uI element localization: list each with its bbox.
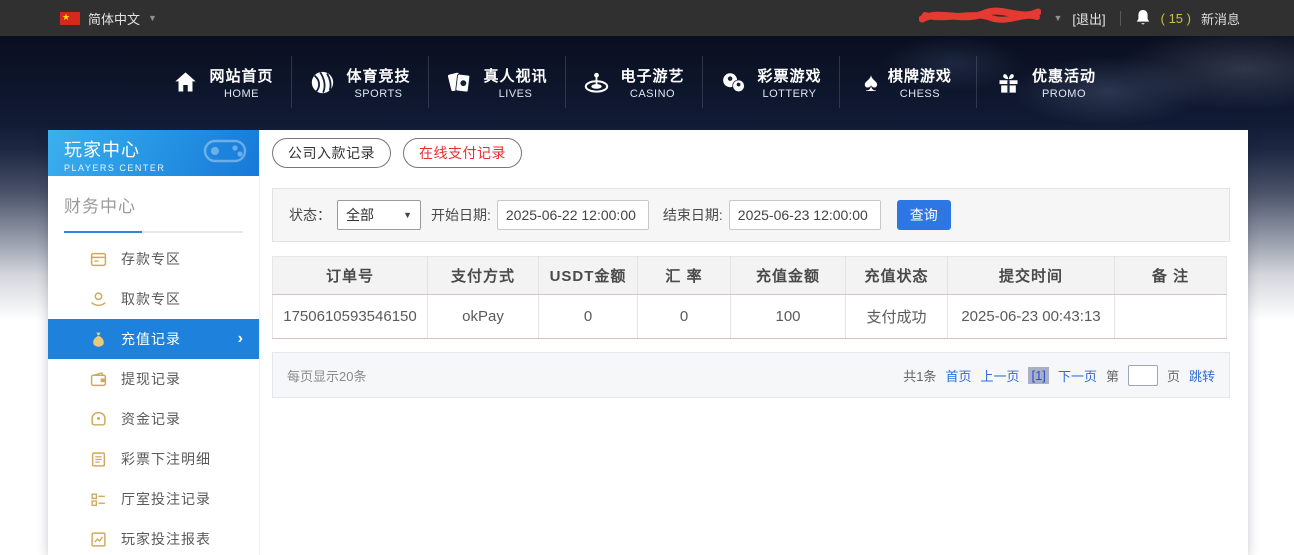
sidebar-item-recharge-records[interactable]: 充值记录 › bbox=[48, 319, 259, 359]
col-order-number: 订单号 bbox=[273, 257, 428, 295]
sidebar-item-player-bet-report[interactable]: 玩家投注报表 bbox=[48, 519, 259, 555]
chevron-down-icon: ▼ bbox=[403, 210, 412, 220]
message-label[interactable]: 新消息 bbox=[1201, 9, 1240, 28]
sidebar-header: 玩家中心 PLAYERS CENTER bbox=[48, 130, 259, 176]
cell-order-number: 1750610593546150 bbox=[273, 295, 428, 339]
roulette-icon bbox=[583, 69, 610, 96]
gift-icon bbox=[995, 69, 1022, 96]
message-count[interactable]: ( 15 ) bbox=[1161, 11, 1191, 26]
content-wrapper: 玩家中心 PLAYERS CENTER 财务中心 存款专区 bbox=[48, 130, 1248, 555]
sidebar-item-deposit[interactable]: 存款专区 bbox=[48, 239, 259, 279]
prev-page-link[interactable]: 上一页 bbox=[980, 366, 1019, 385]
sidebar-menu: 存款专区 取款专区 充值记录 › 提现记录 bbox=[48, 239, 259, 555]
page-jump-input[interactable] bbox=[1128, 365, 1158, 386]
username-redacted[interactable] bbox=[919, 6, 1041, 31]
topbar: ★ 简体中文 ▼ ▼ [退出] ( 15 ) 新消息 bbox=[0, 0, 1294, 36]
page-size-label: 每页显示20条 bbox=[287, 366, 366, 385]
logout-button[interactable]: [退出] bbox=[1072, 9, 1105, 28]
tab-online-payment-records[interactable]: 在线支付记录 bbox=[403, 138, 522, 168]
start-date-label: 开始日期: bbox=[431, 205, 491, 225]
lottery-balls-icon bbox=[720, 69, 747, 96]
total-count: 共1条 bbox=[903, 366, 936, 385]
nav-item-sports[interactable]: 体育竞技 SPORTS bbox=[292, 56, 429, 108]
record-tabs: 公司入款记录 在线支付记录 bbox=[272, 138, 522, 168]
sidebar-item-withdrawal-records[interactable]: 提现记录 bbox=[48, 359, 259, 399]
nav-item-lottery[interactable]: 彩票游戏 LOTTERY bbox=[703, 56, 840, 108]
report-chart-icon bbox=[90, 531, 107, 548]
current-page-indicator: [1] bbox=[1028, 367, 1048, 384]
purse-icon bbox=[90, 411, 107, 428]
col-usdt-amount: USDT金额 bbox=[539, 257, 638, 295]
jump-suffix: 页 bbox=[1167, 366, 1180, 385]
col-recharge-status: 充值状态 bbox=[846, 257, 948, 295]
nav-item-promo[interactable]: 优惠活动 PROMO bbox=[977, 56, 1114, 108]
cell-recharge-status: 支付成功 bbox=[846, 295, 948, 339]
sidebar-item-lottery-bet-details[interactable]: 彩票下注明细 bbox=[48, 439, 259, 479]
money-bag-icon bbox=[90, 331, 107, 348]
document-icon bbox=[90, 451, 107, 468]
nav-item-chess[interactable]: ♠ 棋牌游戏 CHESS bbox=[840, 56, 977, 108]
status-select[interactable]: 全部 ▼ bbox=[337, 200, 421, 230]
query-button[interactable]: 查询 bbox=[897, 200, 951, 230]
jump-button[interactable]: 跳转 bbox=[1189, 366, 1215, 385]
gamepad-icon bbox=[199, 135, 251, 174]
language-selector[interactable]: ★ 简体中文 ▼ bbox=[60, 9, 157, 28]
end-date-label: 结束日期: bbox=[663, 205, 723, 225]
spade-icon: ♠ bbox=[864, 69, 878, 96]
col-remark: 备 注 bbox=[1115, 257, 1227, 295]
deposit-card-icon bbox=[90, 251, 107, 268]
nav-item-home[interactable]: 网站首页 HOME bbox=[155, 56, 292, 108]
language-label: 简体中文 bbox=[88, 9, 140, 28]
col-exchange-rate: 汇 率 bbox=[638, 257, 731, 295]
sports-ball-icon bbox=[309, 69, 336, 96]
account-chevron-down-icon[interactable]: ▼ bbox=[1053, 13, 1062, 23]
table-header-row: 订单号 支付方式 USDT金额 汇 率 充值金额 充值状态 提交时间 备 注 bbox=[273, 257, 1227, 295]
home-icon bbox=[172, 69, 199, 96]
end-date-input[interactable] bbox=[729, 200, 881, 230]
sidebar-item-hall-bet-records[interactable]: 厅室投注记录 bbox=[48, 479, 259, 519]
sidebar: 玩家中心 PLAYERS CENTER 财务中心 存款专区 bbox=[48, 130, 260, 555]
filter-bar: 状态： 全部 ▼ 开始日期: 结束日期: 查询 bbox=[272, 188, 1230, 242]
status-label: 状态： bbox=[289, 205, 331, 225]
sidebar-item-withdraw[interactable]: 取款专区 bbox=[48, 279, 259, 319]
cell-submit-time: 2025-06-23 00:43:13 bbox=[948, 295, 1115, 339]
col-recharge-amount: 充值金额 bbox=[731, 257, 846, 295]
main-content: 公司入款记录 在线支付记录 状态： 全部 ▼ 开始日期: 结束日期: 查询 订单… bbox=[272, 130, 1230, 555]
cell-recharge-amount: 100 bbox=[731, 295, 846, 339]
sidebar-section: 财务中心 bbox=[48, 176, 259, 233]
start-date-input[interactable] bbox=[497, 200, 649, 230]
nav-item-casino[interactable]: 电子游艺 CASINO bbox=[566, 56, 703, 108]
divider bbox=[1120, 11, 1121, 26]
notification-bell-icon[interactable] bbox=[1135, 9, 1151, 27]
wallet-icon bbox=[90, 371, 107, 388]
chevron-down-icon: ▼ bbox=[148, 13, 157, 23]
section-title: 财务中心 bbox=[64, 192, 243, 217]
tab-company-deposit-records[interactable]: 公司入款记录 bbox=[272, 138, 391, 168]
withdraw-hand-icon bbox=[90, 291, 107, 308]
china-flag-icon: ★ bbox=[60, 12, 80, 25]
cell-usdt-amount: 0 bbox=[539, 295, 638, 339]
main-navbar: 网站首页 HOME 体育竞技 SPORTS 真人视讯 bbox=[0, 36, 1294, 128]
cards-icon bbox=[446, 69, 473, 96]
table-row: 1750610593546150 okPay 0 0 100 支付成功 2025… bbox=[273, 295, 1227, 339]
col-payment-method: 支付方式 bbox=[428, 257, 539, 295]
jump-prefix: 第 bbox=[1106, 366, 1119, 385]
sidebar-item-funds-records[interactable]: 资金记录 bbox=[48, 399, 259, 439]
nav-item-lives[interactable]: 真人视讯 LIVES bbox=[429, 56, 566, 108]
cell-payment-method: okPay bbox=[428, 295, 539, 339]
cell-exchange-rate: 0 bbox=[638, 295, 731, 339]
chevron-right-icon: › bbox=[238, 330, 243, 348]
first-page-link[interactable]: 首页 bbox=[945, 366, 971, 385]
records-table: 订单号 支付方式 USDT金额 汇 率 充值金额 充值状态 提交时间 备 注 1… bbox=[272, 256, 1227, 339]
next-page-link[interactable]: 下一页 bbox=[1058, 366, 1097, 385]
list-icon bbox=[90, 491, 107, 508]
col-submit-time: 提交时间 bbox=[948, 257, 1115, 295]
section-underline bbox=[64, 231, 243, 233]
pagination-bar: 每页显示20条 共1条 首页 上一页 [1] 下一页 第 页 跳转 bbox=[272, 352, 1230, 398]
cell-remark bbox=[1115, 295, 1227, 339]
